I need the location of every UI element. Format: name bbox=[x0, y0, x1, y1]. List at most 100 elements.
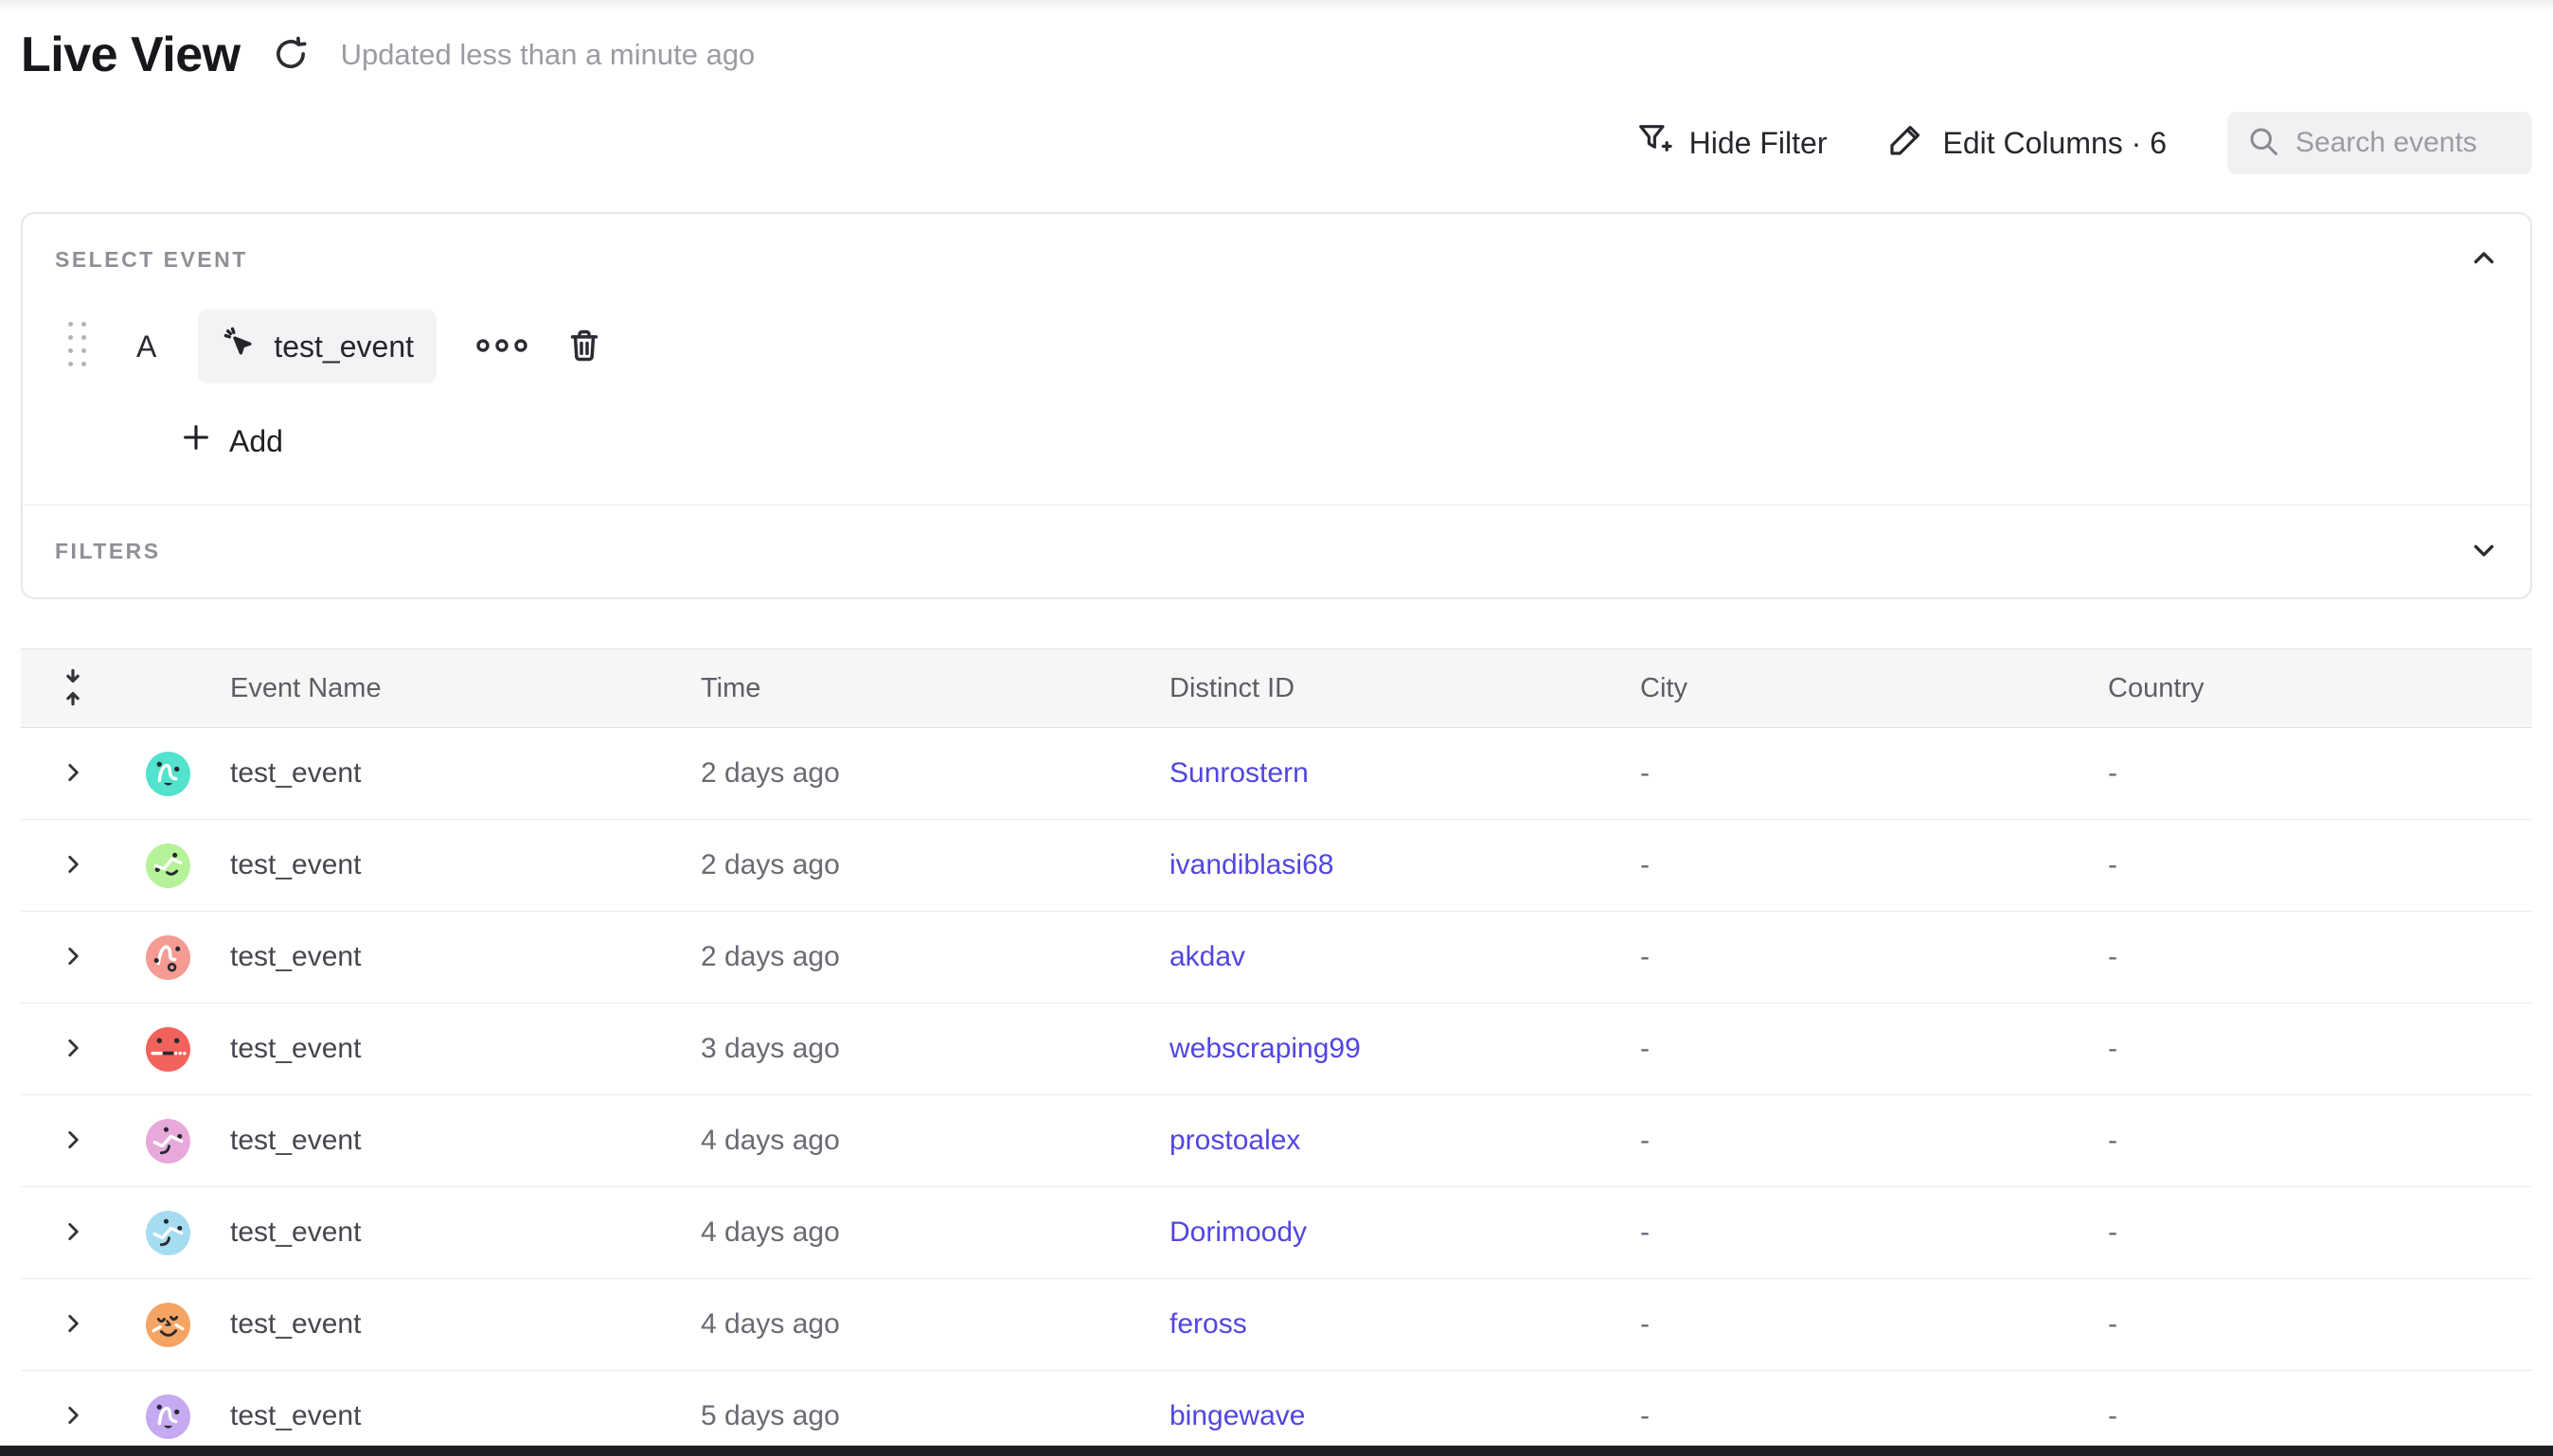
expand-row-button[interactable] bbox=[61, 1128, 85, 1155]
select-event-label: SELECT EVENT bbox=[55, 247, 248, 273]
row-event-name: test_event bbox=[210, 1400, 681, 1432]
row-distinct-id-link[interactable]: bingewave bbox=[1169, 1400, 1305, 1431]
event-clause-row: A test_event bbox=[55, 310, 2500, 383]
table-row[interactable]: test_event 2 days ago ivandiblasi68 - - bbox=[21, 820, 2532, 912]
row-city: - bbox=[1620, 1033, 2088, 1065]
table-header-row: Event Name Time Distinct ID City Country bbox=[21, 648, 2532, 728]
filters-section[interactable]: FILTERS bbox=[23, 506, 2530, 597]
drag-handle[interactable] bbox=[68, 322, 91, 371]
expand-row-button[interactable] bbox=[61, 852, 85, 879]
column-header-city: City bbox=[1620, 673, 2088, 704]
search-box bbox=[2227, 112, 2532, 174]
row-time: 2 days ago bbox=[681, 849, 1150, 881]
row-country: - bbox=[2088, 757, 2532, 790]
filters-label: FILTERS bbox=[55, 539, 161, 564]
column-header-distinct-id: Distinct ID bbox=[1150, 673, 1620, 704]
row-distinct-id-link[interactable]: ivandiblasi68 bbox=[1169, 849, 1333, 880]
table-body: test_event 2 days ago Sunrostern - - tes… bbox=[21, 728, 2532, 1456]
table-row[interactable]: test_event 4 days ago Dorimoody - - bbox=[21, 1187, 2532, 1279]
avatar bbox=[146, 1394, 190, 1439]
hide-filter-button[interactable]: Hide Filter bbox=[1634, 120, 1828, 166]
expand-row-button[interactable] bbox=[61, 1311, 85, 1339]
row-distinct-id-link[interactable]: akdav bbox=[1169, 941, 1245, 972]
table-row[interactable]: test_event 3 days ago webscraping99 - - bbox=[21, 1003, 2532, 1095]
expand-filters-button[interactable] bbox=[2468, 534, 2500, 569]
row-distinct-id-link[interactable]: webscraping99 bbox=[1169, 1033, 1361, 1064]
expand-row-button[interactable] bbox=[61, 1403, 85, 1430]
edit-columns-label: Edit Columns · 6 bbox=[1942, 126, 2167, 161]
chevron-right-icon bbox=[61, 1219, 85, 1247]
row-distinct-id-link[interactable]: feross bbox=[1169, 1308, 1247, 1340]
chevron-down-icon bbox=[2468, 534, 2500, 569]
trash-icon bbox=[565, 327, 603, 367]
refresh-button[interactable] bbox=[271, 34, 311, 77]
chevron-right-icon bbox=[61, 760, 85, 788]
row-distinct-id-link[interactable]: prostoalex bbox=[1169, 1125, 1300, 1156]
chevron-right-icon bbox=[61, 1036, 85, 1063]
collapse-select-event-button[interactable] bbox=[2468, 242, 2500, 277]
chevron-right-icon bbox=[61, 1403, 85, 1430]
event-select-chip[interactable]: test_event bbox=[198, 310, 437, 383]
table-row[interactable]: test_event 5 days ago bingewave - - bbox=[21, 1371, 2532, 1456]
updated-status: Updated less than a minute ago bbox=[341, 38, 756, 72]
table-row[interactable]: test_event 4 days ago feross - - bbox=[21, 1279, 2532, 1371]
delete-event-button[interactable] bbox=[565, 327, 603, 367]
page-header: Live View Updated less than a minute ago bbox=[21, 0, 2532, 83]
avatar bbox=[146, 935, 190, 980]
row-country: - bbox=[2088, 1308, 2532, 1341]
row-city: - bbox=[1620, 941, 2088, 973]
chevron-up-icon bbox=[2468, 242, 2500, 277]
row-event-name: test_event bbox=[210, 1308, 681, 1341]
table-row[interactable]: test_event 2 days ago akdav - - bbox=[21, 912, 2532, 1003]
event-chip-label: test_event bbox=[274, 329, 414, 364]
events-table: Event Name Time Distinct ID City Country… bbox=[21, 648, 2532, 1456]
expand-row-button[interactable] bbox=[61, 1219, 85, 1247]
row-time: 2 days ago bbox=[681, 757, 1150, 790]
expand-row-button[interactable] bbox=[61, 760, 85, 788]
row-time: 3 days ago bbox=[681, 1033, 1150, 1065]
row-city: - bbox=[1620, 1125, 2088, 1157]
row-city: - bbox=[1620, 1308, 2088, 1341]
row-time: 4 days ago bbox=[681, 1308, 1150, 1341]
column-header-country: Country bbox=[2088, 673, 2532, 704]
row-time: 5 days ago bbox=[681, 1400, 1150, 1432]
plus-icon bbox=[180, 421, 212, 461]
table-row[interactable]: test_event 2 days ago Sunrostern - - bbox=[21, 728, 2532, 820]
event-options-button[interactable] bbox=[474, 334, 529, 360]
table-row[interactable]: test_event 4 days ago prostoalex - - bbox=[21, 1095, 2532, 1187]
row-time: 2 days ago bbox=[681, 941, 1150, 973]
row-city: - bbox=[1620, 757, 2088, 790]
add-event-button[interactable]: Add bbox=[180, 421, 283, 461]
row-country: - bbox=[2088, 849, 2532, 881]
row-event-name: test_event bbox=[210, 1033, 681, 1065]
column-header-time: Time bbox=[681, 673, 1150, 704]
event-clause-letter: A bbox=[136, 329, 156, 364]
row-city: - bbox=[1620, 849, 2088, 881]
avatar bbox=[146, 843, 190, 888]
avatar bbox=[146, 752, 190, 796]
bottom-edge-bar bbox=[0, 1446, 2553, 1456]
hide-filter-label: Hide Filter bbox=[1689, 126, 1828, 161]
row-distinct-id-link[interactable]: Sunrostern bbox=[1169, 757, 1309, 789]
expand-row-button[interactable] bbox=[61, 944, 85, 971]
cursor-click-icon bbox=[221, 324, 259, 369]
select-event-section: SELECT EVENT A bbox=[23, 214, 2530, 505]
ellipsis-icon bbox=[474, 334, 529, 360]
pencil-icon bbox=[1887, 120, 1925, 166]
row-distinct-id-link[interactable]: Dorimoody bbox=[1169, 1216, 1307, 1248]
expand-row-button[interactable] bbox=[61, 1036, 85, 1063]
row-event-name: test_event bbox=[210, 1216, 681, 1249]
column-header-event-name: Event Name bbox=[210, 673, 681, 704]
edit-columns-button[interactable]: Edit Columns · 6 bbox=[1887, 120, 2167, 166]
query-builder-panel: SELECT EVENT A bbox=[21, 212, 2532, 599]
chevron-right-icon bbox=[61, 852, 85, 879]
toolbar: Hide Filter Edit Columns · 6 bbox=[21, 112, 2532, 174]
row-country: - bbox=[2088, 941, 2532, 973]
avatar bbox=[146, 1119, 190, 1163]
avatar bbox=[146, 1211, 190, 1255]
search-input[interactable] bbox=[2295, 127, 2513, 159]
page-title: Live View bbox=[21, 27, 241, 83]
row-time: 4 days ago bbox=[681, 1216, 1150, 1249]
row-event-name: test_event bbox=[210, 849, 681, 881]
collapse-all-rows-button[interactable] bbox=[56, 666, 90, 711]
